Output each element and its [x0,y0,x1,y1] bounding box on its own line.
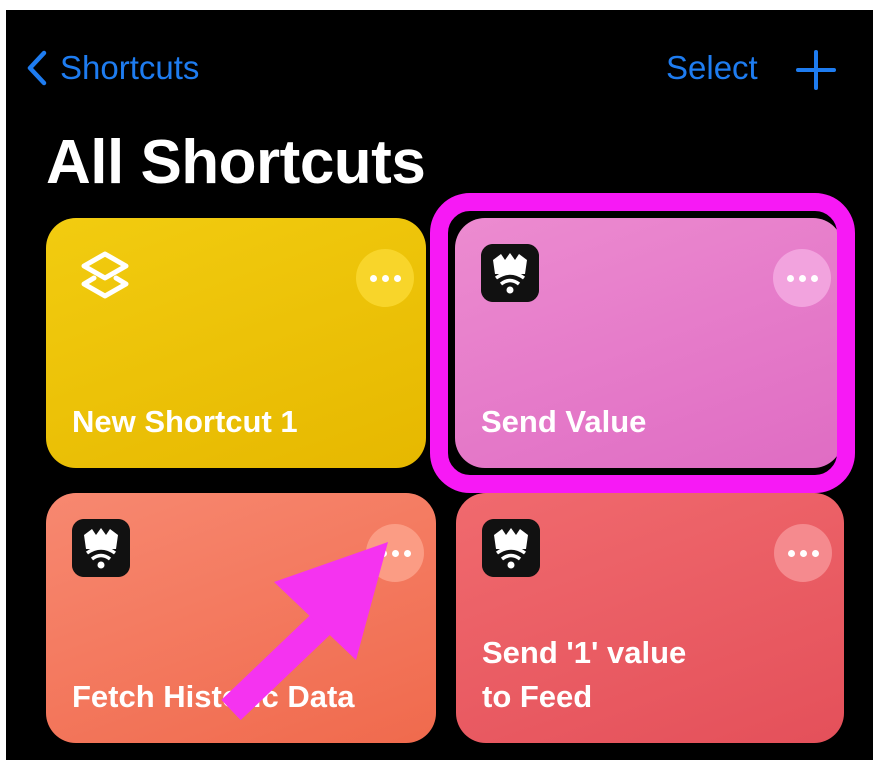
layers-icon [81,251,129,299]
app-logo-icon [482,519,540,577]
shortcuts-screen: Shortcuts Select All Shortcuts New Short… [6,10,873,760]
ellipsis-icon [786,274,818,282]
shortcut-card-send-value[interactable]: Send Value [455,218,843,468]
shortcut-label: Send Value [481,404,647,439]
shortcut-label: Fetch Historic Data [72,679,355,714]
more-options-button[interactable] [366,524,424,582]
shortcut-card-fetch-historic-data[interactable]: Fetch Historic Data [46,493,436,743]
back-button[interactable]: Shortcuts [26,48,199,88]
shortcut-card-new-shortcut-1[interactable]: New Shortcut 1 [46,218,426,468]
ellipsis-icon [379,549,411,557]
plus-icon[interactable] [796,50,836,90]
shortcut-card-send-1-value-to-feed[interactable]: Send '1' value to Feed [456,493,844,743]
shortcut-label: New Shortcut 1 [72,404,298,439]
ellipsis-icon [369,274,401,282]
shortcut-label-line-2: to Feed [482,679,593,714]
chevron-left-icon [27,50,47,86]
app-logo-icon [481,244,539,302]
more-options-button[interactable] [774,524,832,582]
app-logo-icon [72,519,130,577]
shortcut-label-line-1: Send '1' value [482,635,687,670]
page-title: All Shortcuts [46,128,426,197]
more-options-button[interactable] [356,249,414,307]
more-options-button[interactable] [773,249,831,307]
select-button[interactable]: Select [666,48,758,88]
shortcut-label: Send '1' value to Feed [482,631,686,719]
navigation-bar: Shortcuts Select [6,10,873,120]
back-label: Shortcuts [60,49,200,86]
ellipsis-icon [787,549,819,557]
